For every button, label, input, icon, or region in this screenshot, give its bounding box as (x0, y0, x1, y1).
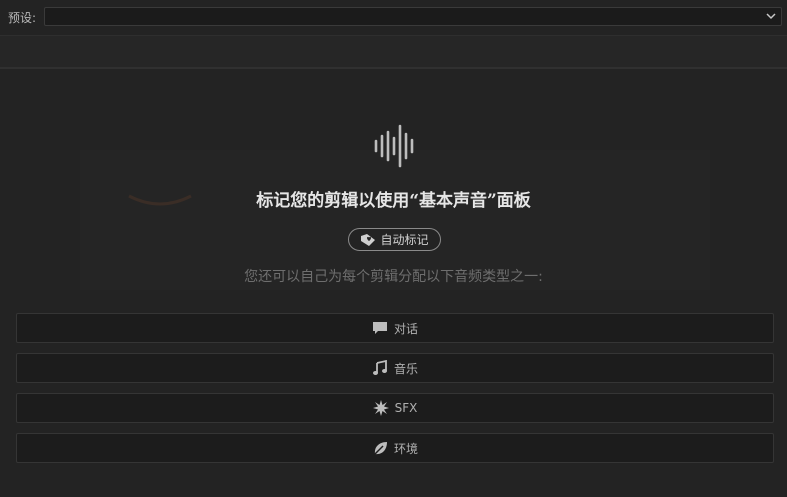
auto-tag-label: 自动标记 (380, 233, 429, 247)
preset-label: 预设: (8, 11, 37, 25)
sfx-label: SFX (394, 401, 418, 415)
preset-bar: 预设: (0, 0, 787, 36)
music-note-icon (372, 360, 387, 375)
music-label: 音乐 (393, 361, 418, 376)
panel-heading: 标记您的剪辑以使用“基本声音”面板 (256, 191, 531, 211)
auto-tag-button[interactable]: 自动标记 (348, 228, 441, 251)
ambience-button[interactable]: 环境 (16, 433, 774, 463)
preset-dropdown[interactable] (44, 7, 782, 26)
leaf-icon (374, 442, 387, 455)
assign-hint-text: 您还可以自己为每个剪辑分配以下音频类型之一: (244, 269, 543, 285)
sfx-button[interactable]: SFX (16, 393, 774, 423)
dialogue-button[interactable]: 对话 (16, 313, 774, 343)
burst-icon (372, 400, 389, 416)
speech-bubble-icon (372, 322, 387, 334)
chevron-down-icon (766, 13, 776, 20)
music-button[interactable]: 音乐 (16, 353, 774, 383)
dialogue-label: 对话 (393, 321, 418, 336)
waveform-icon (374, 124, 414, 168)
ambience-label: 环境 (393, 441, 418, 456)
toolbar-strip (0, 36, 787, 69)
tag-heart-icon (361, 233, 376, 246)
